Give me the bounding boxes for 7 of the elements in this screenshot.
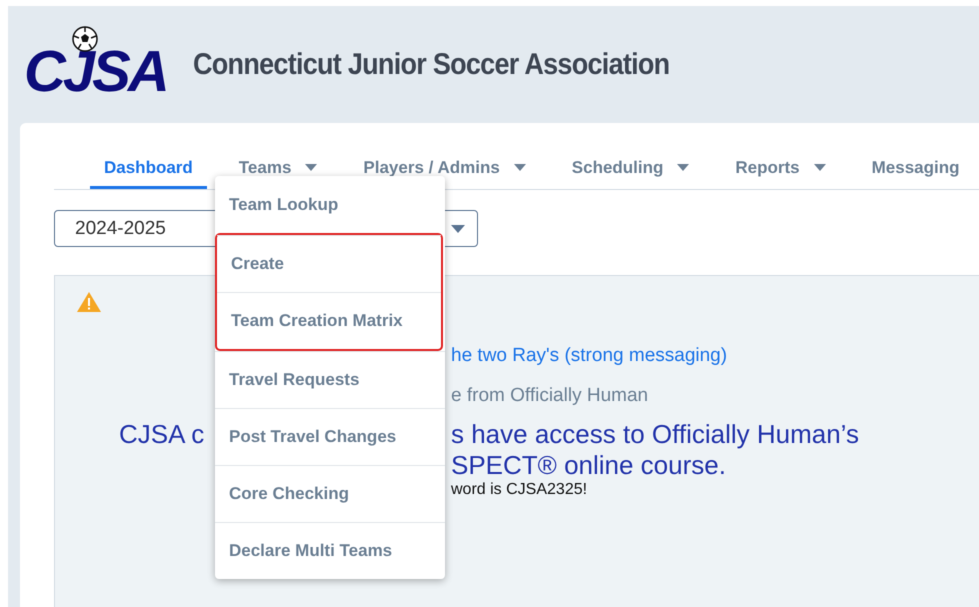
headline-text: s have access to Officially Human’s [451,419,859,450]
password-note: word is CJSA2325! [451,481,588,499]
cjsa-logo: CJSA [20,26,175,104]
site-title: Connecticut Junior Soccer Association [192,48,670,82]
headline-text: SPECT® online course. [451,450,726,481]
headline-text: CJSA c [118,419,204,450]
notice-subtitle: e from Officially Human [451,385,648,407]
